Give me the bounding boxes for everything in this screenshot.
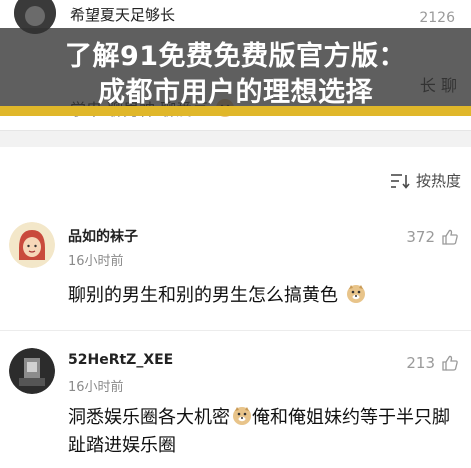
like-count: 372 xyxy=(406,228,435,246)
dark-photo-avatar-icon xyxy=(9,348,55,394)
comment-item: 52HeRtZ_XEE 16小时前 213 洞悉娱乐圈各大机密 俺和俺姐妹约等于… xyxy=(0,338,471,468)
comment-text: 洞悉娱乐圈各大机密 俺和俺姐妹约等于半只脚趾踏进娱乐圈 xyxy=(68,404,463,460)
banner-accent-stripe xyxy=(0,106,471,116)
username[interactable]: 品如的袜子 xyxy=(68,226,138,246)
screenshot-root: 希望夏天足够长 2126 长 聊 学串 聊男神 聊爱豆 了解91免费免费版官方版… xyxy=(0,0,471,468)
sort-icon xyxy=(390,173,410,189)
comment-text-part-1: 洞悉娱乐圈各大机密 xyxy=(68,407,230,428)
comment-text: 聊别的男生和别的男生怎么搞黄色 xyxy=(68,282,366,310)
avatar[interactable] xyxy=(9,348,55,394)
like-button[interactable]: 213 xyxy=(406,354,459,372)
headline-line-1: 了解91免费免费版官方版： xyxy=(64,41,407,72)
thumbs-up-icon xyxy=(442,355,458,371)
thumbs-up-icon xyxy=(442,229,458,245)
doge-emoji-icon xyxy=(233,407,251,425)
section-divider xyxy=(0,130,471,147)
cartoon-girl-avatar-icon xyxy=(9,222,55,268)
avatar[interactable] xyxy=(9,222,55,268)
like-count: 2126 xyxy=(419,10,455,26)
doge-emoji-icon xyxy=(346,285,365,303)
sort-bar: 按热度 xyxy=(0,160,471,200)
sort-label: 按热度 xyxy=(415,172,461,190)
sort-by-hot-button[interactable]: 按热度 xyxy=(390,170,461,191)
headline-line-2: 成都市用户的理想选择 xyxy=(98,77,373,108)
username[interactable]: 希望夏天足够长 xyxy=(70,4,175,25)
like-count: 213 xyxy=(406,354,435,372)
username[interactable]: 52HeRtZ_XEE xyxy=(68,352,173,368)
comment-text-content: 聊别的男生和别的男生怎么搞黄色 xyxy=(68,285,338,306)
timestamp: 16小时前 xyxy=(68,380,124,395)
comment-item: 品如的袜子 16小时前 372 聊别的男生和别的男生怎么搞黄色 xyxy=(0,212,471,331)
like-button[interactable]: 372 xyxy=(406,228,459,246)
timestamp: 16小时前 xyxy=(68,254,124,269)
